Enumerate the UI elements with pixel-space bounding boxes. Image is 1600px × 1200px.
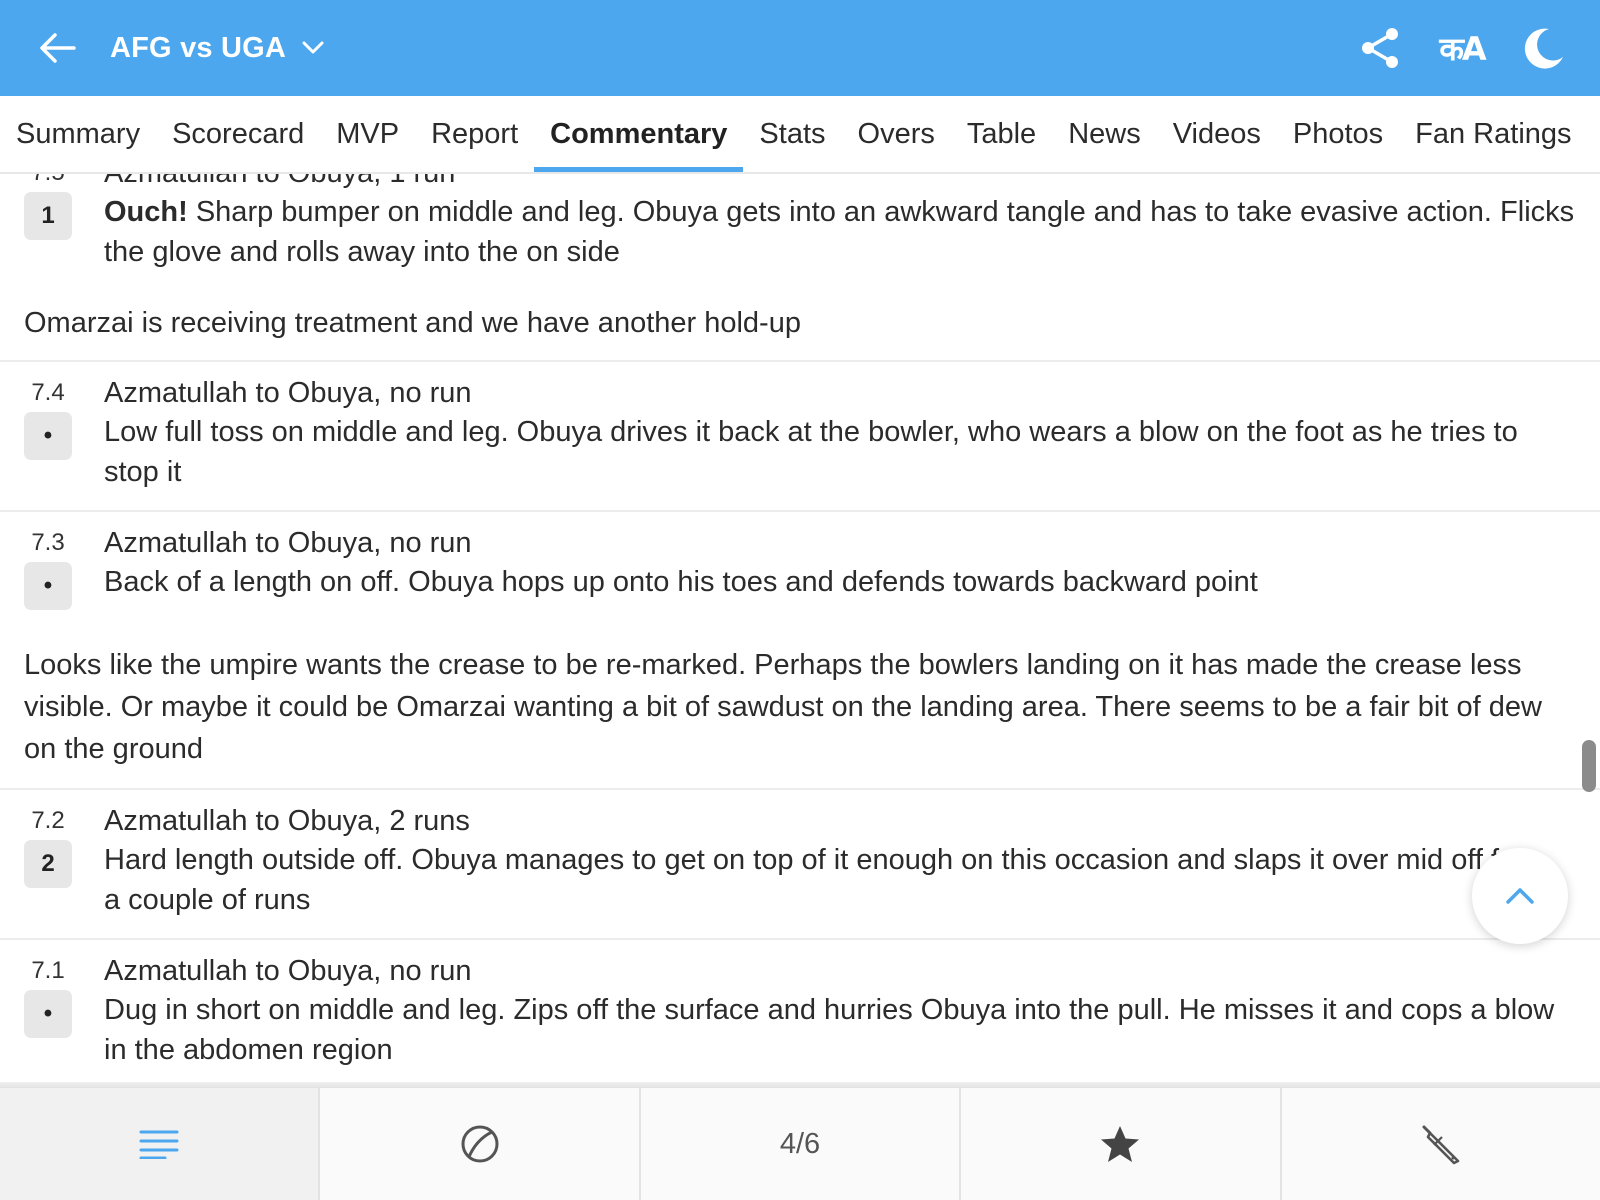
tab-photos[interactable]: Photos xyxy=(1277,96,1399,172)
moon-icon xyxy=(1524,28,1563,69)
ball-description: Low full toss on middle and leg. Obuya d… xyxy=(104,416,1518,488)
bottom-nav: 4/6 xyxy=(0,1088,1600,1200)
ball-headline: Azmatullah to Obuya, 1 run xyxy=(104,174,1576,192)
ball-headline: Azmatullah to Obuya, no run xyxy=(104,955,472,987)
dot-ball-badge: • xyxy=(24,990,72,1038)
ball-headline: Azmatullah to Obuya, no run xyxy=(104,527,472,559)
back-button[interactable] xyxy=(28,18,88,78)
dark-mode-button[interactable] xyxy=(1516,20,1572,76)
ball-description: Dug in short on middle and leg. Zips off… xyxy=(104,994,1555,1066)
language-button[interactable]: कA xyxy=(1434,20,1490,76)
commentary-note: Looks like the umpire wants the crease t… xyxy=(24,649,1542,765)
commentary-item: 7.2 2 Azmatullah to Obuya, 2 runs Hard l… xyxy=(0,790,1600,938)
over-number: 7.2 xyxy=(31,807,65,834)
chevron-down-icon xyxy=(302,41,324,55)
over-number: 7.5 xyxy=(24,174,72,192)
match-selector[interactable]: AFG vs UGA xyxy=(110,32,324,65)
arrow-left-icon xyxy=(40,33,76,63)
tab-bar: Summary Scorecard MVP Report Commentary … xyxy=(0,96,1600,172)
commentary-item: 7.4 • Azmatullah to Obuya, no run Low fu… xyxy=(0,362,1600,510)
ball-highlight: Ouch! xyxy=(104,196,188,228)
bottom-nav-commentary[interactable] xyxy=(0,1088,321,1200)
match-title: AFG vs UGA xyxy=(110,31,287,64)
tab-commentary[interactable]: Commentary xyxy=(534,96,744,172)
bat-icon xyxy=(1422,1125,1460,1165)
ball-description: Hard length outside off. Obuya manages t… xyxy=(104,844,1525,916)
bottom-nav-favourites[interactable] xyxy=(961,1088,1282,1200)
dot-ball-badge: • xyxy=(24,562,72,610)
ball-headline: Azmatullah to Obuya, 2 runs xyxy=(104,805,470,837)
run-badge: 1 xyxy=(24,192,72,240)
tab-report[interactable]: Report xyxy=(415,96,534,172)
tab-news[interactable]: News xyxy=(1052,96,1157,172)
bottom-nav-batting[interactable] xyxy=(1282,1088,1600,1200)
tab-mvp[interactable]: MVP xyxy=(320,96,415,172)
dot-ball-badge: • xyxy=(24,412,72,460)
commentary-note: Omarzai is receiving treatment and we ha… xyxy=(24,307,801,339)
language-icon: कA xyxy=(1439,29,1486,68)
ball-icon xyxy=(461,1125,499,1163)
share-icon xyxy=(1362,28,1398,68)
page-indicator: 4/6 xyxy=(779,1127,821,1160)
chevron-up-icon xyxy=(1506,888,1534,904)
tab-scorecard[interactable]: Scorecard xyxy=(156,96,320,172)
bottom-nav-page[interactable]: 4/6 xyxy=(641,1088,962,1200)
share-button[interactable] xyxy=(1352,20,1408,76)
tab-table[interactable]: Table xyxy=(951,96,1052,172)
over-number: 7.1 xyxy=(31,957,65,984)
ball-description-text: Sharp bumper on middle and leg. Obuya ge… xyxy=(104,196,1575,268)
star-icon xyxy=(1101,1126,1140,1162)
run-badge: 2 xyxy=(24,840,72,888)
tab-summary[interactable]: Summary xyxy=(0,96,156,172)
ball-description: Back of a length on off. Obuya hops up o… xyxy=(104,566,1258,598)
lines-icon xyxy=(139,1130,179,1159)
ball-headline: Azmatullah to Obuya, no run xyxy=(104,377,472,409)
commentary-item: 7.1 • Azmatullah to Obuya, no run Dug in… xyxy=(0,940,1600,1084)
scroll-to-top-button[interactable] xyxy=(1472,848,1568,944)
commentary-item: 7.3 • Azmatullah to Obuya, no run Back o… xyxy=(0,512,1600,614)
ball-description: Ouch! Sharp bumper on middle and leg. Ob… xyxy=(104,192,1576,272)
over-number: 7.4 xyxy=(31,379,65,406)
commentary-feed[interactable]: 7.5 1 Azmatullah to Obuya, 1 run Ouch! S… xyxy=(0,174,1600,1084)
app-bar: AFG vs UGA कA xyxy=(0,0,1600,96)
tab-stats[interactable]: Stats xyxy=(743,96,841,172)
over-number: 7.3 xyxy=(31,529,65,556)
bottom-nav-ball[interactable] xyxy=(320,1088,641,1200)
tab-videos[interactable]: Videos xyxy=(1157,96,1277,172)
tab-overs[interactable]: Overs xyxy=(842,96,951,172)
scrollbar-thumb[interactable] xyxy=(1582,740,1596,792)
tab-fan-ratings[interactable]: Fan Ratings xyxy=(1399,96,1587,172)
commentary-item: 7.5 1 Azmatullah to Obuya, 1 run Ouch! S… xyxy=(0,174,1600,272)
